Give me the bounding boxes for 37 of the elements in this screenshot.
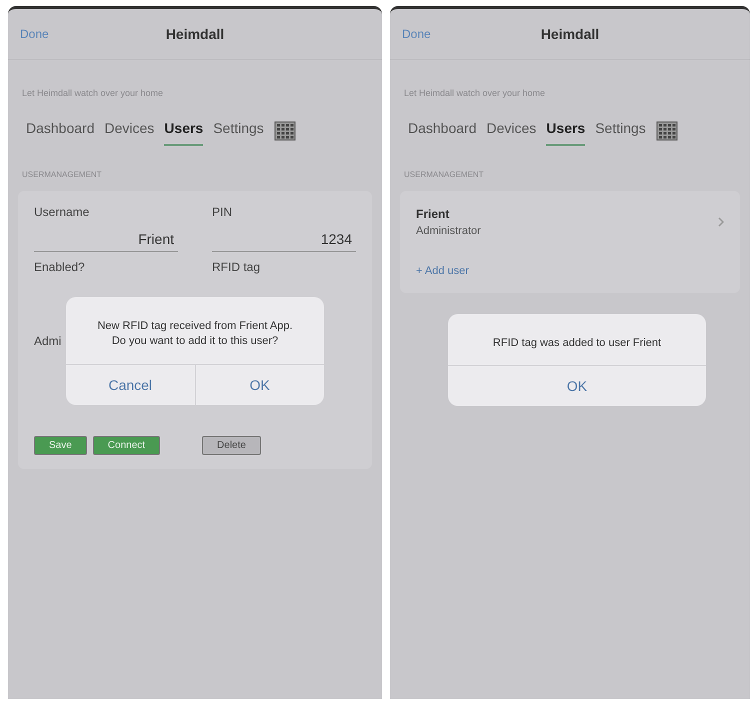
alert-button[interactable]: OK: [448, 366, 706, 406]
tab[interactable]: Dashboard: [408, 116, 476, 146]
nav-title: Heimdall: [540, 26, 600, 42]
chevron-icon: [718, 217, 724, 227]
tab[interactable]: Users: [164, 116, 204, 146]
alert-button[interactable]: OK: [194, 364, 324, 405]
section-header: USERMANAGEMENT: [21, 169, 103, 181]
subtitle: Let Heimdall watch over your home: [403, 87, 546, 98]
alert-message: RFID tag was added to user Frient: [492, 336, 662, 351]
nav-title: Heimdall: [166, 26, 224, 42]
input-field[interactable]: 1234: [212, 227, 356, 252]
tab[interactable]: Devices: [486, 116, 536, 146]
field-label: Admi: [34, 334, 62, 348]
section-header: USERMANAGEMENT: [403, 169, 485, 181]
done-button[interactable]: Done: [20, 27, 49, 41]
tab[interactable]: Settings: [213, 116, 264, 146]
tab[interactable]: Settings: [595, 116, 646, 146]
alert-message: New RFID tag received from Frient App. Do you want to add it to this user?: [96, 319, 294, 350]
subtitle: Let Heimdall watch over your home: [21, 87, 164, 98]
tab[interactable]: Devices: [104, 116, 154, 146]
field-label: Username: [34, 205, 90, 219]
field-label: RFID tag: [212, 260, 262, 274]
input-field[interactable]: Frient: [34, 227, 178, 252]
field-label: Enabled?: [34, 260, 86, 274]
user-name[interactable]: Frient: [416, 207, 481, 221]
keypad-icon[interactable]: [274, 121, 296, 141]
tab[interactable]: Dashboard: [26, 116, 94, 146]
alert-button[interactable]: Cancel: [66, 364, 194, 405]
add-user-link[interactable]: + Add user: [416, 265, 469, 277]
form-button[interactable]: Connect: [92, 436, 160, 455]
done-button[interactable]: Done: [402, 27, 431, 41]
keypad-icon[interactable]: [656, 121, 678, 141]
tab[interactable]: Users: [546, 116, 586, 146]
user-role: Administrator: [416, 225, 481, 237]
field-label: PIN: [212, 205, 234, 219]
form-button[interactable]: Delete: [202, 436, 261, 455]
form-button[interactable]: Save: [34, 436, 87, 455]
